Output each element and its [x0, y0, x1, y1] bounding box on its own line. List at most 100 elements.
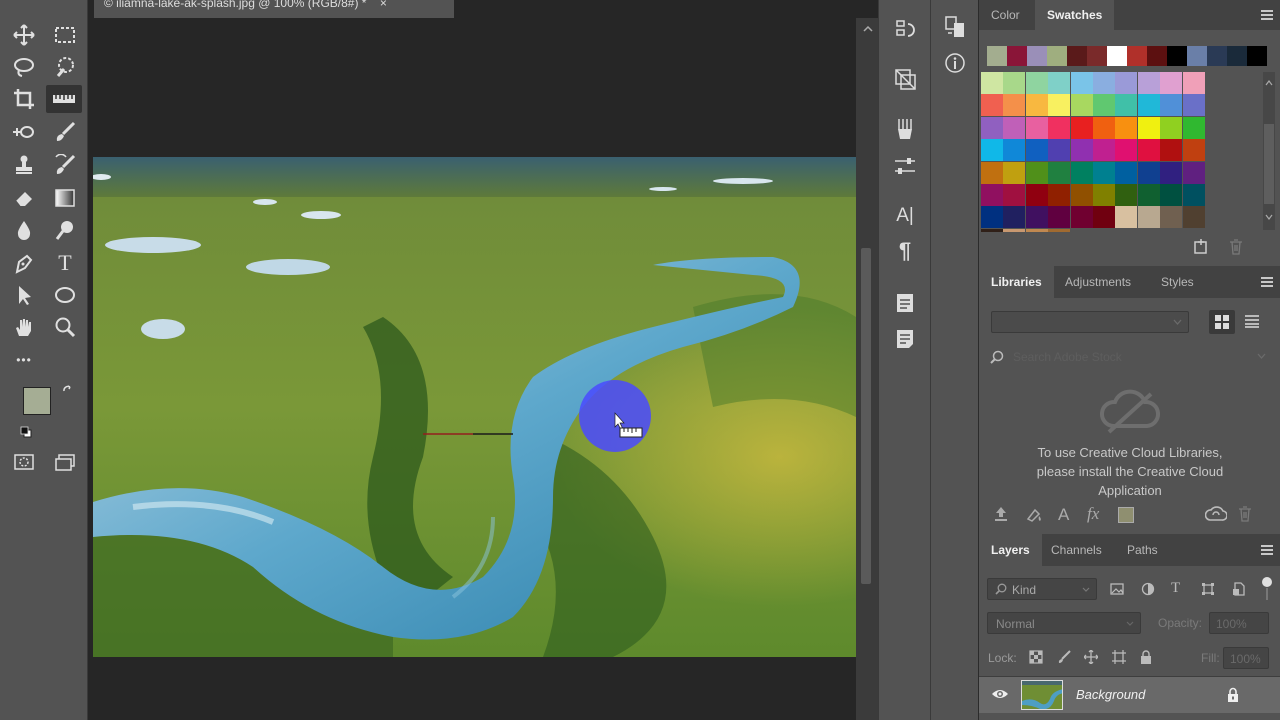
swatches-scroll-thumb[interactable]	[1264, 124, 1274, 204]
swatch[interactable]	[1160, 161, 1183, 184]
swatch[interactable]	[1093, 206, 1115, 229]
swatch[interactable]	[1048, 228, 1071, 232]
library-select[interactable]	[991, 311, 1189, 333]
delete-library-item-icon[interactable]	[1238, 506, 1252, 522]
swatch[interactable]	[1070, 94, 1093, 117]
eraser-icon[interactable]	[10, 184, 38, 212]
lock-image-pixels-icon[interactable]	[1057, 650, 1071, 664]
blend-mode-select[interactable]: Normal	[987, 612, 1141, 634]
new-swatch-icon[interactable]	[1193, 239, 1209, 255]
swatch[interactable]	[1182, 139, 1205, 162]
recent-swatch[interactable]	[1167, 46, 1187, 66]
swatch[interactable]	[1160, 139, 1183, 162]
swatch[interactable]	[981, 228, 1003, 232]
swatch[interactable]	[1182, 184, 1205, 206]
swatch[interactable]	[1137, 161, 1160, 184]
type-tool-icon[interactable]: T	[51, 249, 79, 277]
recent-swatch[interactable]	[1147, 46, 1167, 66]
swatch[interactable]	[1025, 228, 1048, 232]
swatch[interactable]	[1160, 94, 1183, 117]
swatch[interactable]	[1025, 206, 1048, 229]
swatch[interactable]	[1025, 139, 1048, 162]
swatch[interactable]	[1025, 72, 1048, 94]
gradient-icon[interactable]	[51, 184, 79, 212]
layer-row[interactable]: Background	[979, 677, 1280, 713]
swatch[interactable]	[1003, 72, 1026, 94]
path-selection-icon[interactable]	[10, 281, 38, 309]
swatch[interactable]	[1115, 206, 1138, 229]
lasso-icon[interactable]	[10, 53, 38, 81]
swatch[interactable]	[1003, 228, 1026, 232]
add-fill-color-icon[interactable]	[1118, 507, 1134, 523]
move-tool-icon[interactable]	[10, 21, 38, 49]
quick-mask-icon[interactable]	[10, 448, 38, 476]
tab-swatches[interactable]: Swatches	[1035, 0, 1115, 30]
spot-healing-icon[interactable]	[10, 118, 38, 146]
default-colors-icon[interactable]	[20, 426, 32, 438]
filter-type-icon[interactable]: T	[1171, 580, 1180, 597]
swatch[interactable]	[1070, 72, 1093, 94]
swatch[interactable]	[1137, 72, 1160, 94]
add-color-icon[interactable]	[1025, 506, 1043, 522]
layer-lock-icon[interactable]	[1227, 687, 1239, 702]
info-icon[interactable]	[940, 48, 970, 78]
add-character-style-icon[interactable]: A	[1058, 505, 1069, 525]
rectangular-marquee-icon[interactable]	[51, 21, 79, 49]
character-styles-icon[interactable]	[890, 288, 920, 318]
swatch[interactable]	[1025, 116, 1048, 139]
swatch[interactable]	[1070, 206, 1093, 229]
swatch[interactable]	[1182, 94, 1205, 117]
cloud-sync-icon[interactable]	[1205, 505, 1227, 523]
clone-source-icon[interactable]	[890, 64, 920, 94]
tab-adjustments[interactable]: Adjustments	[1053, 266, 1143, 298]
swatch[interactable]	[1048, 94, 1071, 117]
swatch[interactable]	[1048, 72, 1071, 94]
swatch[interactable]	[1070, 116, 1093, 139]
screen-mode-icon[interactable]	[51, 448, 79, 476]
swatch[interactable]	[1093, 72, 1115, 94]
clone-stamp-icon[interactable]	[10, 151, 38, 179]
fill-input[interactable]: 100%	[1223, 647, 1269, 669]
layer-filter-kind[interactable]: Kind	[987, 578, 1097, 600]
swatch[interactable]	[1070, 139, 1093, 162]
filter-pixel-icon[interactable]	[1110, 582, 1124, 596]
properties-sliders-icon[interactable]	[890, 151, 920, 181]
lock-transparent-icon[interactable]	[1029, 650, 1043, 664]
swatch[interactable]	[981, 206, 1003, 229]
document-tab[interactable]: © iliamna-lake-ak-splash.jpg @ 100% (RGB…	[94, 0, 454, 18]
scroll-down-icon[interactable]	[1265, 214, 1273, 220]
crop-icon[interactable]	[10, 85, 38, 113]
swatch[interactable]	[981, 116, 1003, 139]
vertical-scrollbar[interactable]	[856, 18, 878, 720]
recent-swatch[interactable]	[1027, 46, 1047, 66]
swatch[interactable]	[1160, 72, 1183, 94]
recent-swatch[interactable]	[1087, 46, 1107, 66]
swatch[interactable]	[1137, 94, 1160, 117]
tab-layers[interactable]: Layers	[979, 534, 1042, 566]
recent-swatch[interactable]	[1247, 46, 1267, 66]
ellipse-icon[interactable]	[51, 281, 79, 309]
delete-swatch-icon[interactable]	[1229, 239, 1243, 255]
swatch[interactable]	[1093, 161, 1115, 184]
lock-position-icon[interactable]	[1084, 650, 1098, 664]
opacity-input[interactable]: 100%	[1209, 612, 1269, 634]
close-document-icon[interactable]: ×	[380, 0, 387, 10]
add-layer-style-icon[interactable]: fx	[1087, 504, 1099, 524]
swatch[interactable]	[1093, 139, 1115, 162]
recent-swatch[interactable]	[987, 46, 1007, 66]
scrollbar-thumb[interactable]	[861, 248, 871, 584]
scroll-up-icon[interactable]	[1265, 80, 1273, 86]
swatch[interactable]	[1115, 116, 1138, 139]
brush-icon[interactable]	[51, 118, 79, 146]
swatch[interactable]	[1115, 139, 1138, 162]
swatches-scrollbar[interactable]	[1263, 72, 1275, 230]
panel-menu-icon[interactable]	[1261, 10, 1273, 20]
swatch[interactable]	[1025, 161, 1048, 184]
upload-icon[interactable]	[993, 506, 1009, 522]
grid-view-button[interactable]	[1209, 310, 1235, 334]
recent-swatch[interactable]	[1047, 46, 1067, 66]
swatch[interactable]	[981, 161, 1003, 184]
swatch[interactable]	[1182, 116, 1205, 139]
swap-colors-icon[interactable]	[62, 385, 74, 397]
swatch[interactable]	[981, 94, 1003, 117]
